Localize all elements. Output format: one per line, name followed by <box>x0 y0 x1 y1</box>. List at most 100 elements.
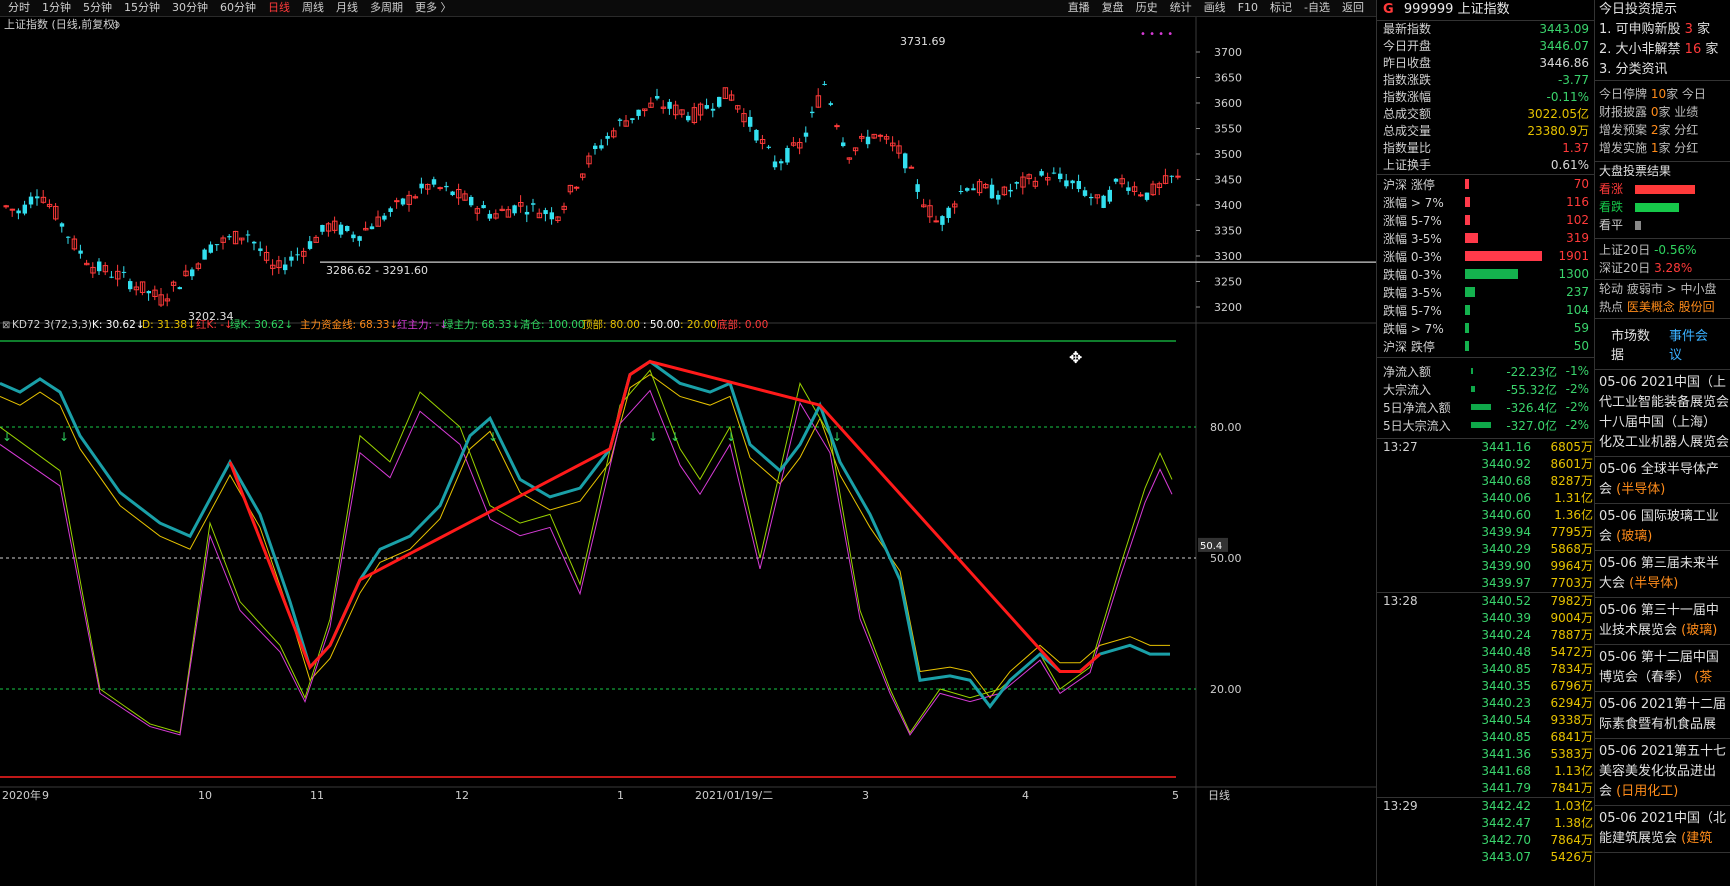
tick-volume: 6805万 <box>1550 440 1593 454</box>
tool-button-2[interactable]: 历史 <box>1130 1 1164 15</box>
tick-time: 13:29 <box>1383 799 1418 813</box>
side-stats: 今日停牌 10家 今日 财报披露 0家 业绩 增发预案 2家 分红 增发实施 1家 分… <box>1595 81 1730 157</box>
stat-label: 上证换手 <box>1383 158 1432 172</box>
stat-value: 3443.09 <box>1539 22 1589 36</box>
news-list[interactable]: 05-06 2021中国（上 代工业智能装备展览会 十八届中国（上海） 化及工业机器人… <box>1595 370 1730 853</box>
side-stat[interactable]: 增发预案 2家 分红 <box>1595 121 1730 139</box>
period-tab-2[interactable]: 5分钟 <box>77 1 118 15</box>
chart-settings-icon[interactable]: ⊙ <box>112 20 120 31</box>
period-tab-9[interactable]: 多周期 <box>364 1 409 15</box>
indicator-icon[interactable]: ⊠ <box>2 320 10 331</box>
news-item[interactable]: 05-06 第十二届中国 博览会（春季） (茶 <box>1595 645 1730 692</box>
tool-button-7[interactable]: -自选 <box>1298 1 1336 15</box>
candle-body <box>1064 180 1069 187</box>
tick-time <box>1377 644 1453 661</box>
stat-value: -3.77 <box>1557 73 1589 87</box>
x-tick-label: 4 <box>1022 789 1029 802</box>
period-tab-7[interactable]: 周线 <box>296 1 330 15</box>
tick-list[interactable]: 13:27 3441.16 6805万 3440.92 8601万 3440.68 8287… <box>1377 439 1595 866</box>
x-unit-label: 日线 <box>1208 788 1230 802</box>
tool-button-3[interactable]: 统计 <box>1164 1 1198 15</box>
index20-row: 深证20日 3.28% <box>1595 259 1730 277</box>
candle-body <box>400 198 406 205</box>
candle-body <box>549 212 554 220</box>
quote-code: 999999 <box>1403 2 1454 17</box>
news-item[interactable]: 05-06 2021中国（北 能建筑展览会 (建筑 <box>1595 806 1730 853</box>
breadth-bar <box>1465 341 1469 351</box>
kline-chart[interactable]: 上证指数 (日线,前复权) ⊙ • • • • 3700 3650 3600 3550 350… <box>0 17 1376 886</box>
candle[interactable] <box>202 248 207 260</box>
breadth-row: 涨幅 5-7% 102 <box>1377 211 1595 229</box>
hot-topic[interactable]: 医美概念 股份回 <box>1627 300 1715 314</box>
news-item[interactable]: 05-06 2021中国（上 代工业智能装备展览会 十八届中国（上海） 化及工业机器人… <box>1595 370 1730 457</box>
tool-button-0[interactable]: 直播 <box>1062 1 1096 15</box>
price-tick: 3350 <box>1214 225 1242 238</box>
candle[interactable] <box>785 145 790 165</box>
news-line: 05-06 第十二届中国 <box>1599 650 1719 665</box>
index20-label: 深证20日 <box>1599 261 1655 275</box>
candle[interactable] <box>1101 194 1106 209</box>
period-tab-3[interactable]: 15分钟 <box>118 1 166 15</box>
tick-row: 3440.85 7834万 <box>1377 661 1595 678</box>
tick-volume: 5472万 <box>1550 645 1593 659</box>
tick-row: 3440.39 9004万 <box>1377 610 1595 627</box>
period-tab-10[interactable]: 更多 〉 <box>409 1 458 15</box>
tool-button-6[interactable]: 标记 <box>1264 1 1298 15</box>
side-tab-1[interactable]: 事件会议 <box>1669 325 1715 363</box>
period-tab-0[interactable]: 分时 <box>2 1 36 15</box>
candle-body <box>1076 180 1081 189</box>
price-tick: 3700 <box>1214 46 1242 59</box>
tick-price: 3439.97 <box>1481 576 1531 590</box>
candle-body <box>593 145 598 150</box>
candle-body <box>946 207 951 218</box>
tool-button-8[interactable]: 返回 <box>1336 1 1370 15</box>
candle-body <box>394 200 400 203</box>
tick-price: 3440.92 <box>1481 457 1531 471</box>
news-item[interactable]: 05-06 全球半导体产会 (半导体) <box>1595 457 1730 504</box>
news-item[interactable]: 05-06 第三十一届中 业技术展览会 (玻璃) <box>1595 598 1730 645</box>
vote-row[interactable]: 看平 <box>1595 216 1730 234</box>
rotation-text[interactable]: 轮动 疲弱市 > 中小盘 <box>1595 280 1730 298</box>
chart-bg <box>0 17 1376 886</box>
vote-label: 看跌 <box>1599 200 1624 214</box>
index20-label: 上证20日 <box>1599 243 1655 257</box>
candle-body <box>35 196 40 199</box>
period-tab-6[interactable]: 日线 <box>262 1 296 15</box>
news-item[interactable]: 05-06 第三届未来半 大会 (半导体) <box>1595 551 1730 598</box>
tip-item[interactable]: 3. 分类资讯 <box>1595 60 1730 80</box>
market-breadth: 沪深 涨停 70 涨幅 > 7% 116 涨幅 5-7% 102 涨幅 3-5% 319 涨幅 … <box>1377 175 1595 355</box>
tick-time <box>1377 780 1453 797</box>
tool-button-1[interactable]: 复盘 <box>1096 1 1130 15</box>
news-line: 05-06 2021第五十七 <box>1599 744 1726 759</box>
tip-item[interactable]: 2. 大小非解禁 16 家 <box>1595 40 1730 60</box>
indicator-field: : 20.00 <box>680 319 717 331</box>
side-stat[interactable]: 今日停牌 10家 今日 <box>1595 85 1730 103</box>
period-tab-8[interactable]: 月线 <box>330 1 364 15</box>
candle-body <box>996 194 1001 200</box>
hot-row[interactable]: 热点 医美概念 股份回 <box>1595 298 1730 316</box>
news-line: 博览会（春季） (茶 <box>1599 670 1713 685</box>
news-item[interactable]: 05-06 2021第十二届 际素食暨有机食品展 <box>1595 692 1730 739</box>
vote-row[interactable]: 看跌 <box>1595 198 1730 216</box>
news-item[interactable]: 05-06 国际玻璃工业会 (玻璃) <box>1595 504 1730 551</box>
side-tab-0[interactable]: 市场数据 <box>1611 325 1657 363</box>
candle-body <box>1089 196 1094 199</box>
period-tab-5[interactable]: 60分钟 <box>214 1 262 15</box>
side-stat[interactable]: 增发实施 1家 分红 <box>1595 139 1730 157</box>
period-tab-1[interactable]: 1分钟 <box>36 1 77 15</box>
news-item[interactable]: 05-06 2021第五十七 美容美发化妆品进出会 (日用化工) <box>1595 739 1730 806</box>
vote-bar <box>1635 202 1679 212</box>
side-stat[interactable]: 财报披露 0家 业绩 <box>1595 103 1730 121</box>
candle[interactable] <box>717 96 722 109</box>
tip-item[interactable]: 1. 可申购新股 3 家 <box>1595 20 1730 40</box>
news-tag: (玻璃) <box>1616 529 1653 544</box>
flow-label: 大宗流入 <box>1383 382 1432 397</box>
tick-row: 3440.24 7887万 <box>1377 627 1595 644</box>
candle-body <box>785 147 790 163</box>
period-tab-4[interactable]: 30分钟 <box>166 1 214 15</box>
tool-button-4[interactable]: 画线 <box>1198 1 1232 15</box>
news-tag: (玻璃) <box>1681 623 1718 638</box>
tool-button-5[interactable]: F10 <box>1232 1 1264 15</box>
vote-row[interactable]: 看涨 <box>1595 180 1730 198</box>
chart-canvas[interactable]: 上证指数 (日线,前复权)⊙• • • •3700365036003550350… <box>0 17 1376 886</box>
